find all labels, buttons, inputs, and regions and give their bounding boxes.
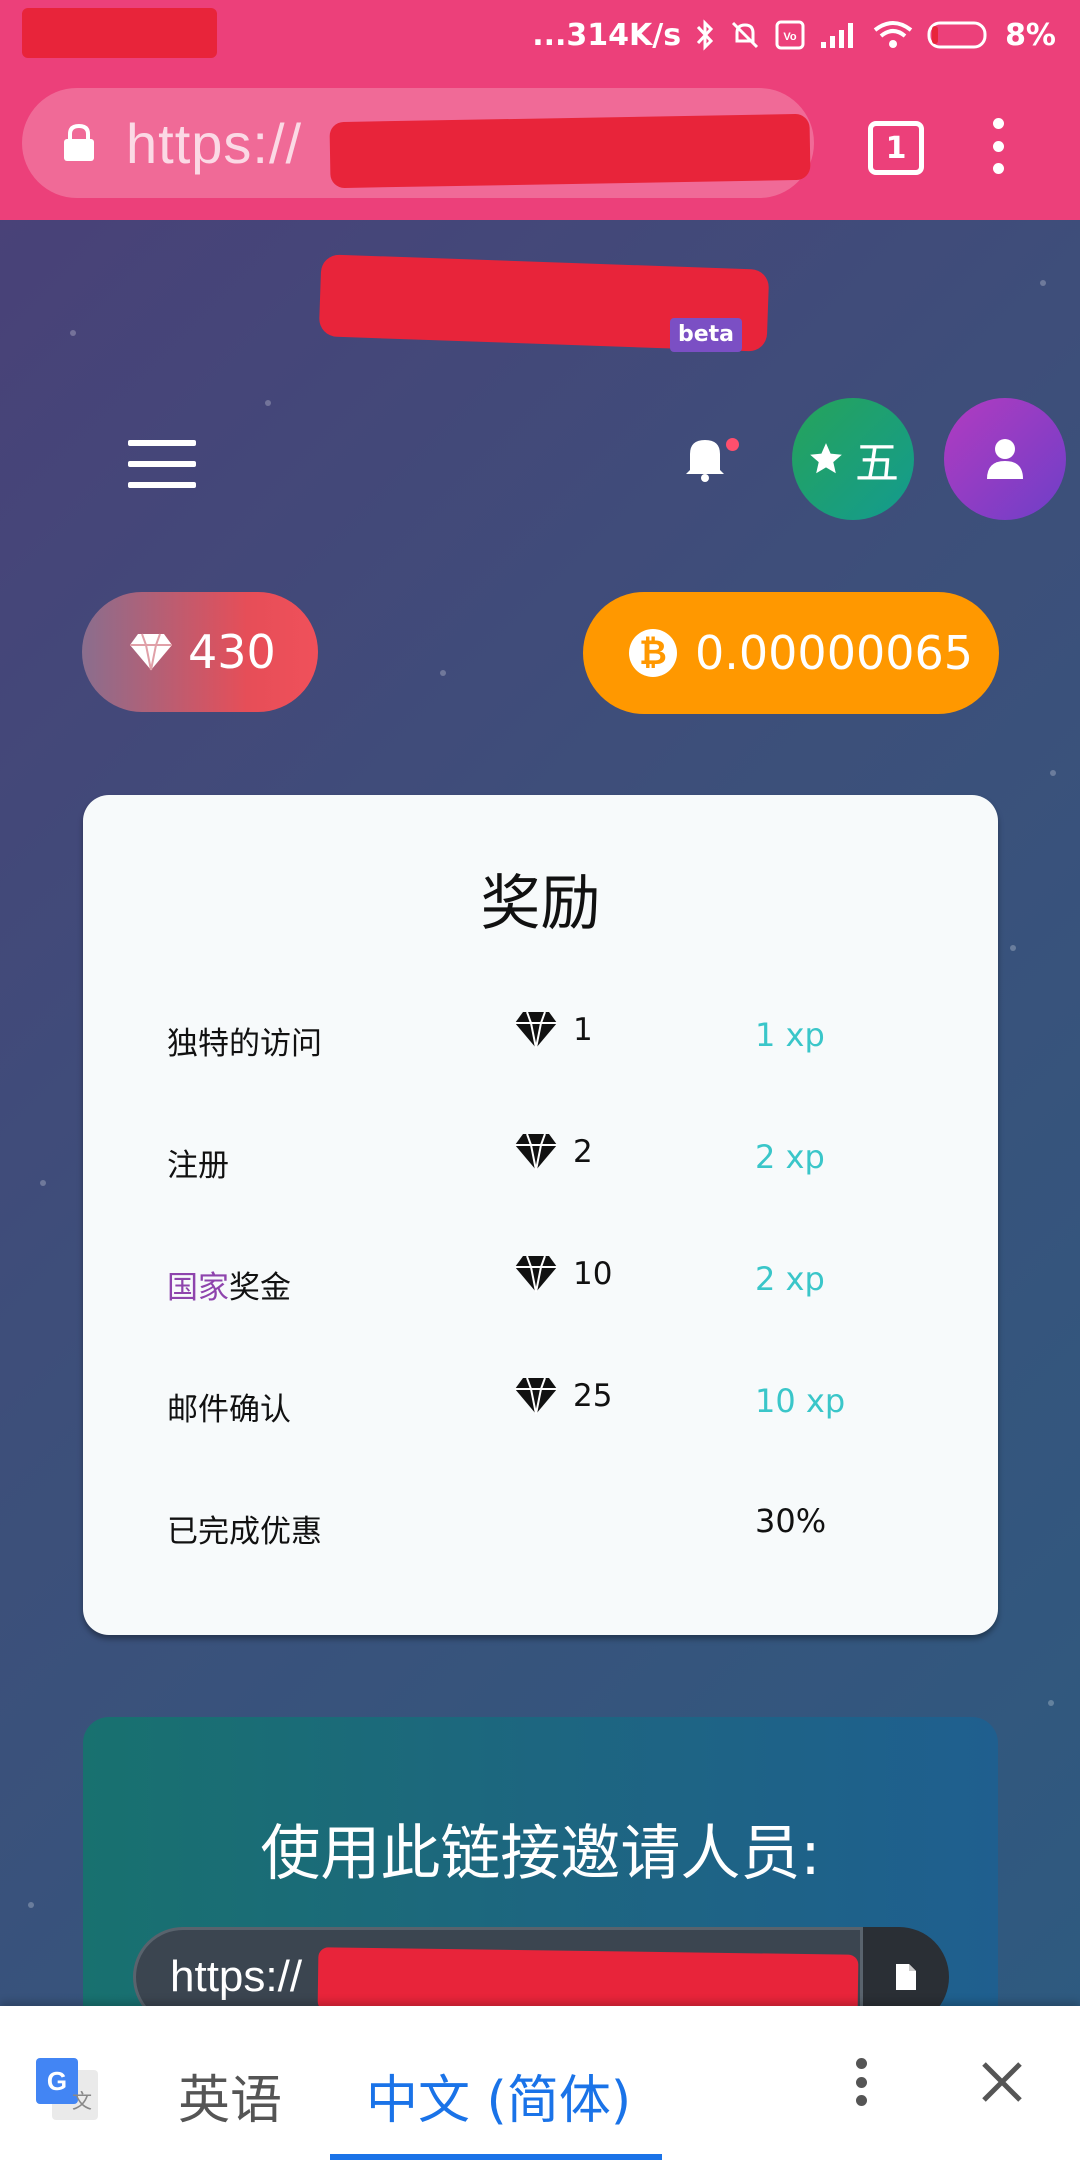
signal-icon (821, 23, 854, 48)
close-icon[interactable] (980, 2060, 1024, 2104)
btc-amount: 0.00000065 (695, 626, 974, 680)
reward-label-text: 奖金 (229, 1270, 291, 1306)
diamond-icon (130, 633, 172, 671)
bluetooth-icon (696, 19, 714, 51)
reward-row: 已完成优惠 30% (83, 1498, 998, 1558)
menu-icon[interactable] (128, 440, 196, 488)
copy-icon (896, 1964, 916, 1990)
background-star (28, 1902, 34, 1908)
reward-gems-value: 10 (573, 1256, 613, 1292)
background-star (1048, 1700, 1054, 1706)
svg-text:G: G (47, 2066, 67, 2096)
volte-icon: Vo (775, 20, 805, 50)
reward-row: 独特的访问 1 1 xp (83, 1010, 998, 1070)
gems-balance[interactable]: 430 (82, 592, 318, 712)
battery-percent: 8% (1005, 17, 1056, 53)
background-star (440, 670, 446, 676)
reward-gems-value: 2 (573, 1134, 593, 1170)
reward-row: 国家奖金 10 2 xp (83, 1254, 998, 1314)
status-bar-icons: ...314K/s Vo 8% (532, 10, 1056, 60)
diamond-icon (515, 1133, 557, 1171)
reward-label-accent: 国家 (167, 1270, 229, 1306)
wifi-icon (873, 21, 913, 48)
diamond-icon (515, 1011, 557, 1049)
reward-row: 邮件确认 25 10 xp (83, 1376, 998, 1436)
reward-row: 注册 2 2 xp (83, 1132, 998, 1192)
invite-card: 使用此链接邀请人员: https:// (83, 1717, 998, 2027)
background-star (1010, 945, 1016, 951)
reward-gems-value: 1 (573, 1012, 593, 1048)
diamond-icon (515, 1255, 557, 1293)
reward-percent: 30% (755, 1502, 827, 1540)
google-translate-icon: G 文 (36, 2058, 98, 2120)
background-star (265, 400, 271, 406)
reward-xp: 2 xp (755, 1260, 825, 1298)
muted-bell-icon (732, 21, 759, 49)
diamond-icon (515, 1377, 557, 1415)
redacted-url (329, 113, 811, 189)
browser-menu-icon[interactable] (990, 118, 1006, 174)
tab-switcher-button[interactable]: 1 (868, 121, 924, 175)
reward-gems: 2 (513, 1132, 593, 1172)
svg-text:Vo: Vo (783, 31, 797, 43)
reward-gems: 10 (513, 1254, 612, 1294)
background-star (40, 1180, 46, 1186)
battery-icon (927, 21, 987, 49)
notification-dot (726, 438, 739, 451)
reward-gems-value: 25 (573, 1378, 613, 1414)
reward-label: 国家奖金 (167, 1262, 291, 1307)
reward-gems: 25 (513, 1376, 612, 1416)
background-star (70, 330, 76, 336)
bitcoin-icon: ₿ (629, 629, 677, 677)
reward-gems: 1 (513, 1010, 593, 1050)
reward-xp: 10 xp (755, 1382, 846, 1420)
user-icon (987, 439, 1023, 479)
redacted-status-text (22, 8, 217, 58)
network-speed: ...314K/s (532, 17, 682, 53)
url-text: https:// (126, 111, 303, 175)
translate-bar: G 文 英语 中文 (简体) (0, 2006, 1080, 2160)
reward-label: 邮件确认 (167, 1392, 291, 1428)
source-language-tab[interactable]: 英语 (178, 2058, 282, 2133)
target-language-tab[interactable]: 中文 (简体) (366, 2058, 631, 2133)
beta-badge: beta (670, 318, 742, 352)
translate-menu-icon[interactable] (854, 2058, 868, 2106)
rewards-title: 奖励 (480, 869, 601, 939)
referral-link-text: https:// (170, 1952, 303, 2001)
gems-count: 430 (188, 625, 276, 679)
reward-label: 注册 (167, 1148, 229, 1184)
lock-icon (64, 123, 94, 161)
rewards-card: 奖励 独特的访问 1 1 xp 注册 2 2 xp 国家奖金 10 2 xp 邮… (83, 795, 998, 1635)
notification-bell-icon[interactable] (682, 432, 728, 482)
reward-label: 已完成优惠 (167, 1514, 322, 1550)
background-star (1050, 770, 1056, 776)
background-star (1040, 280, 1046, 286)
level-label: 五 (855, 438, 899, 489)
selected-language-indicator (330, 2154, 662, 2160)
level-button[interactable]: 五 (792, 398, 914, 520)
btc-balance[interactable]: ₿ 0.00000065 (583, 592, 999, 714)
invite-title: 使用此链接邀请人员: (260, 1819, 821, 1889)
star-icon (810, 443, 842, 474)
reward-xp: 1 xp (755, 1016, 825, 1054)
reward-xp: 2 xp (755, 1138, 825, 1176)
reward-label: 独特的访问 (167, 1026, 322, 1062)
svg-text:文: 文 (72, 2089, 92, 2113)
profile-button[interactable] (944, 398, 1066, 520)
